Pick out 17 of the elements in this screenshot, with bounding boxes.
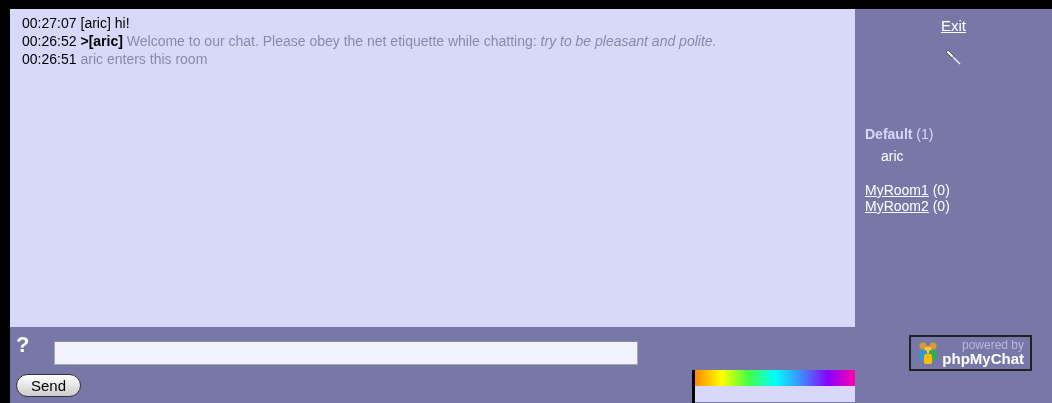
room-item[interactable]: MyRoom1 (0) [865,182,950,198]
message-input[interactable] [54,341,638,365]
message-text: aric enters this room [80,51,209,67]
help-link[interactable]: ? [16,335,56,372]
message-time: 00:26:51 [22,51,77,67]
user-name[interactable]: aric [881,148,950,164]
message-time: 00:26:52 [22,33,77,49]
phpmychat-logo[interactable]: powered by phpMyChat [909,335,1032,371]
message-time: 00:27:07 [22,15,77,31]
room-item[interactable]: MyRoom2 (0) [865,198,950,214]
message-text: [aric] hi! [80,15,131,31]
exit-link[interactable]: Exit [941,17,966,34]
color-picker[interactable] [692,370,855,403]
pushpin-icon[interactable] [944,48,963,66]
room-item[interactable]: Default (1) [865,126,950,142]
message-text: >[aric] Welcome to our chat. Please obey the net etiquette while chatting: try to be pleasant and polite. [80,33,718,49]
send-button[interactable]: Send [16,373,82,397]
